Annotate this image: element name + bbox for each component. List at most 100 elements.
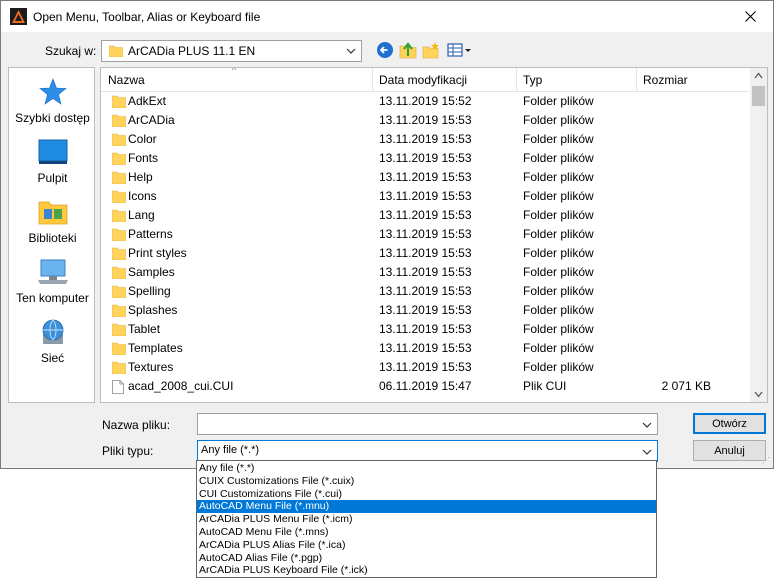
folder-icon bbox=[112, 304, 126, 317]
up-folder-icon[interactable] bbox=[399, 41, 417, 59]
table-row[interactable]: ArCADia 13.11.2019 15:53 Folder plików bbox=[101, 111, 749, 130]
folder-icon bbox=[112, 361, 126, 374]
filetype-option[interactable]: ArCADia PLUS Menu File (*.icm) bbox=[197, 513, 656, 526]
scrollbar-thumb[interactable] bbox=[752, 86, 765, 106]
column-header-size[interactable]: Rozmiar bbox=[643, 73, 688, 87]
open-button[interactable]: Otwórz bbox=[693, 413, 766, 434]
filetype-label: Pliki typu: bbox=[102, 444, 154, 458]
column-header-date[interactable]: Data modyfikacji bbox=[379, 73, 467, 87]
table-row[interactable]: Fonts 13.11.2019 15:53 Folder plików bbox=[101, 149, 749, 168]
table-row[interactable]: Splashes 13.11.2019 15:53 Folder plików bbox=[101, 301, 749, 320]
file-date: 13.11.2019 15:53 bbox=[379, 265, 472, 279]
place-quick-access[interactable]: Szybki dostęp bbox=[9, 78, 96, 125]
file-type: Folder plików bbox=[523, 208, 594, 222]
file-date: 13.11.2019 15:53 bbox=[379, 208, 472, 222]
filename-input[interactable] bbox=[197, 413, 658, 435]
place-this-pc[interactable]: Ten komputer bbox=[9, 258, 96, 305]
place-label: Sieć bbox=[40, 351, 65, 365]
table-row[interactable]: Spelling 13.11.2019 15:53 Folder plików bbox=[101, 282, 749, 301]
table-row[interactable]: Samples 13.11.2019 15:53 Folder plików bbox=[101, 263, 749, 282]
filetype-dropdown-list[interactable]: Any file (*.*) CUIX Customizations File (… bbox=[196, 460, 657, 578]
file-date: 13.11.2019 15:53 bbox=[379, 246, 472, 260]
file-type: Plik CUI bbox=[523, 379, 567, 393]
filetype-option[interactable]: AutoCAD Menu File (*.mnu) bbox=[197, 500, 656, 513]
chevron-down-icon[interactable] bbox=[346, 46, 356, 56]
filetype-select[interactable]: Any file (*.*) bbox=[197, 440, 658, 462]
resize-grip-icon[interactable]: ⋰ bbox=[762, 456, 770, 465]
file-date: 13.11.2019 15:53 bbox=[379, 322, 472, 336]
folder-icon bbox=[112, 342, 126, 355]
place-libraries[interactable]: Biblioteki bbox=[9, 198, 96, 245]
lookin-combo[interactable]: ArCADia PLUS 11.1 EN bbox=[101, 40, 362, 62]
file-name: Fonts bbox=[128, 151, 159, 165]
file-type: Folder plików bbox=[523, 284, 594, 298]
file-name: Lang bbox=[128, 208, 155, 222]
quick-access-star-icon bbox=[38, 78, 67, 105]
filetype-option[interactable]: CUIX Customizations File (*.cuix) bbox=[197, 475, 656, 488]
file-date: 13.11.2019 15:53 bbox=[379, 284, 472, 298]
folder-icon bbox=[112, 285, 126, 298]
back-icon[interactable] bbox=[376, 41, 394, 59]
table-row[interactable]: Templates 13.11.2019 15:53 Folder plików bbox=[101, 339, 749, 358]
place-network[interactable]: Sieć bbox=[9, 318, 96, 365]
column-header-name[interactable]: Nazwa bbox=[108, 73, 145, 87]
scroll-up-icon[interactable] bbox=[754, 72, 763, 79]
file-date: 13.11.2019 15:53 bbox=[379, 360, 472, 374]
folder-icon bbox=[112, 266, 126, 279]
document-icon bbox=[112, 380, 124, 394]
vertical-scrollbar[interactable] bbox=[750, 68, 767, 402]
filetype-option[interactable]: ArCADia PLUS Keyboard File (*.ick) bbox=[197, 564, 656, 577]
table-row[interactable]: Patterns 13.11.2019 15:53 Folder plików bbox=[101, 225, 749, 244]
filetype-option[interactable]: AutoCAD Menu File (*.mns) bbox=[197, 526, 656, 539]
filetype-option[interactable]: AutoCAD Alias File (*.pgp) bbox=[197, 552, 656, 565]
place-label: Ten komputer bbox=[16, 291, 89, 305]
table-row[interactable]: Help 13.11.2019 15:53 Folder plików bbox=[101, 168, 749, 187]
table-row[interactable]: Textures 13.11.2019 15:53 Folder plików bbox=[101, 358, 749, 377]
table-row[interactable]: AdkExt 13.11.2019 15:52 Folder plików bbox=[101, 92, 749, 111]
table-row[interactable]: Lang 13.11.2019 15:53 Folder plików bbox=[101, 206, 749, 225]
scroll-down-icon[interactable] bbox=[754, 391, 763, 398]
view-menu-icon[interactable] bbox=[447, 41, 473, 59]
filename-label: Nazwa pliku: bbox=[102, 418, 171, 432]
libraries-icon bbox=[38, 201, 67, 225]
table-row[interactable]: acad_2008_cui.CUI 06.11.2019 15:47 Plik CU… bbox=[101, 377, 749, 396]
place-desktop[interactable]: Pulpit bbox=[9, 138, 96, 185]
file-type: Folder plików bbox=[523, 265, 594, 279]
file-name: Textures bbox=[128, 360, 174, 374]
chevron-down-icon[interactable] bbox=[642, 447, 652, 457]
file-date: 13.11.2019 15:52 bbox=[379, 94, 472, 108]
folder-icon bbox=[112, 228, 126, 241]
folder-icon bbox=[112, 133, 126, 146]
sort-ascending-icon: ^ bbox=[232, 67, 237, 75]
place-label: Biblioteki bbox=[28, 231, 77, 245]
file-date: 06.11.2019 15:47 bbox=[379, 379, 472, 393]
file-name: AdkExt bbox=[128, 94, 167, 108]
filetype-option[interactable]: ArCADia PLUS Alias File (*.ica) bbox=[197, 539, 656, 552]
file-name: Samples bbox=[128, 265, 175, 279]
file-list[interactable]: ^ Nazwa Data modyfikacji Typ Rozmiar Adk… bbox=[100, 67, 768, 403]
file-type: Folder plików bbox=[523, 303, 594, 317]
table-row[interactable]: Icons 13.11.2019 15:53 Folder plików bbox=[101, 187, 749, 206]
file-name: acad_2008_cui.CUI bbox=[128, 379, 234, 393]
file-date: 13.11.2019 15:53 bbox=[379, 151, 472, 165]
cancel-button[interactable]: Anuluj bbox=[693, 440, 766, 461]
filetype-option[interactable]: Any file (*.*) bbox=[197, 462, 656, 475]
title-bar[interactable]: Open Menu, Toolbar, Alias or Keyboard fi… bbox=[1, 1, 773, 32]
table-row[interactable]: Color 13.11.2019 15:53 Folder plików bbox=[101, 130, 749, 149]
file-type: Folder plików bbox=[523, 360, 594, 374]
lookin-label: Szukaj w: bbox=[45, 44, 97, 58]
file-name: Help bbox=[128, 170, 153, 184]
file-type: Folder plików bbox=[523, 94, 594, 108]
table-row[interactable]: Tablet 13.11.2019 15:53 Folder plików bbox=[101, 320, 749, 339]
folder-icon bbox=[112, 209, 126, 222]
window-title: Open Menu, Toolbar, Alias or Keyboard fi… bbox=[33, 10, 261, 24]
new-folder-icon[interactable] bbox=[422, 41, 440, 59]
folder-icon bbox=[112, 114, 126, 127]
table-row[interactable]: Print styles 13.11.2019 15:53 Folder plikó… bbox=[101, 244, 749, 263]
file-type: Folder plików bbox=[523, 113, 594, 127]
column-header-type[interactable]: Typ bbox=[523, 73, 542, 87]
filetype-option[interactable]: CUI Customizations File (*.cui) bbox=[197, 488, 656, 501]
chevron-down-icon[interactable] bbox=[642, 420, 652, 430]
close-button[interactable] bbox=[727, 1, 773, 32]
file-name: Spelling bbox=[128, 284, 171, 298]
